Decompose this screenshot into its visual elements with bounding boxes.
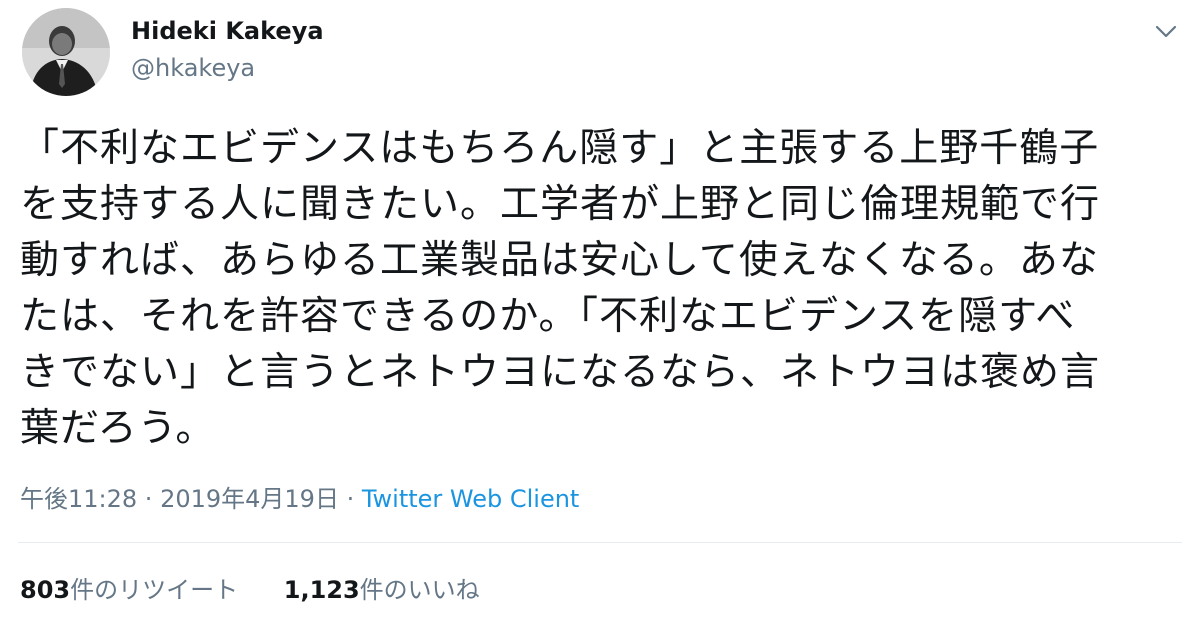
retweets-label: 件のリツイート <box>70 576 239 604</box>
tweet-text-line: を支持する人に聞きたい。工学者が上野と同じ倫理規範で行 <box>20 182 1101 227</box>
likes-count: 1,123 <box>283 576 360 604</box>
tweet-date[interactable]: 2019年4月19日 <box>160 485 339 513</box>
tweet-text-line: 葉だろう。 <box>20 406 216 451</box>
author-handle[interactable]: @hkakeya <box>131 54 255 82</box>
retweets-count: 803 <box>20 576 71 604</box>
tweet-menu-button[interactable] <box>1150 16 1182 48</box>
meta-separator: · <box>137 485 161 513</box>
tweet-source-link[interactable]: Twitter Web Client <box>362 485 580 513</box>
person-avatar-icon <box>22 8 110 96</box>
tweet-text-line: 「不利なエビデンスはもちろん隠す」と主張する上野千鶴子 <box>20 126 1100 171</box>
divider <box>18 542 1182 543</box>
tweet-text: 「不利なエビデンスはもちろん隠す」と主張する上野千鶴子 を支持する人に聞きたい。… <box>20 121 1170 457</box>
retweets-stat[interactable]: 803件のリツイート <box>20 570 238 605</box>
tweet-stats: 803件のリツイート 1,123件のいいね <box>20 570 480 605</box>
likes-label: 件のいいね <box>359 576 480 604</box>
tweet-text-line: きでない」と言うとネトウヨになるなら、ネトウヨは褒め言 <box>20 350 1101 395</box>
tweet-text-line: たは、それを許容できるのか。「不利なエビデンスを隠すべ <box>20 294 1076 339</box>
author-name[interactable]: Hideki Kakeya <box>131 17 324 45</box>
avatar[interactable] <box>22 8 110 96</box>
tweet-metadata: 午後11:28 · 2019年4月19日 · Twitter Web Clien… <box>20 479 579 514</box>
tweet-time[interactable]: 午後11:28 <box>20 485 137 513</box>
chevron-down-icon <box>1155 25 1177 38</box>
tweet-card: Hideki Kakeya @hkakeya 「不利なエビデンスはもちろん隠す」… <box>0 0 1188 631</box>
tweet-text-line: 動すれば、あらゆる工業製品は安心して使えなくなる。あな <box>20 238 1099 283</box>
meta-separator: · <box>338 485 362 513</box>
likes-stat[interactable]: 1,123件のいいね <box>284 570 480 605</box>
